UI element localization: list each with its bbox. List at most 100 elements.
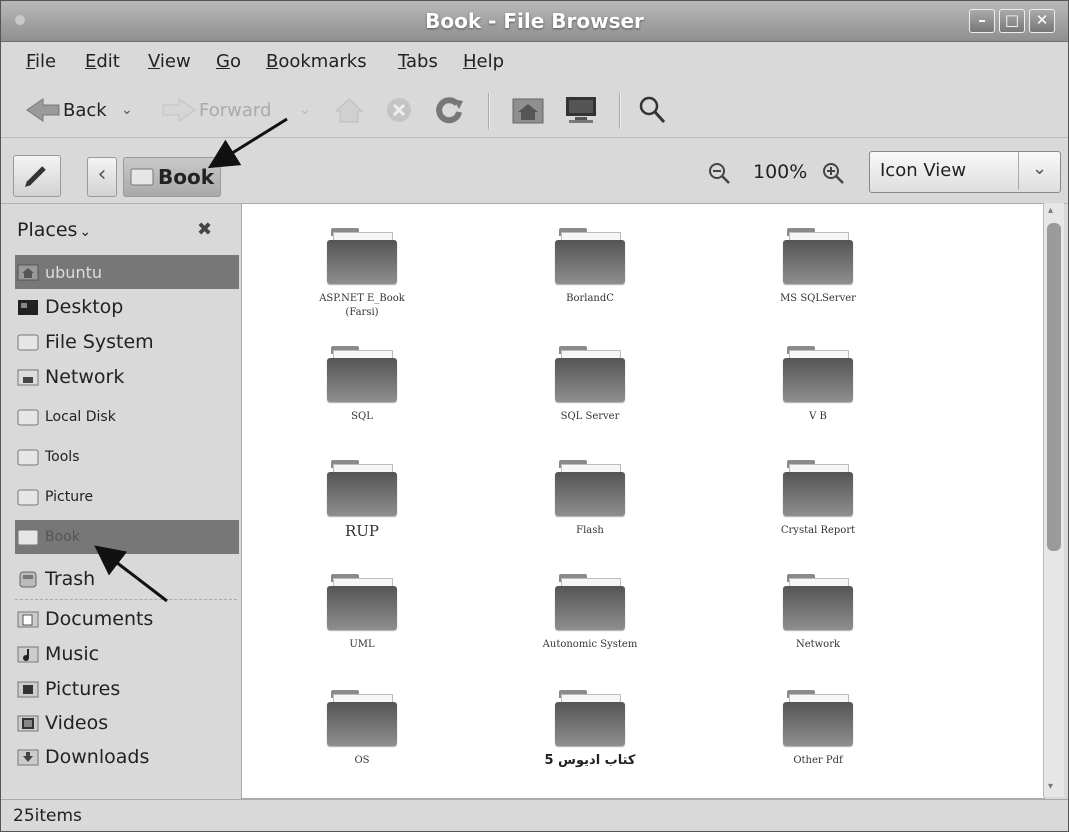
breadcrumb-book[interactable]: Book [123, 157, 221, 197]
menu-view-label: iew [159, 51, 191, 72]
zoom-level[interactable]: 100% [753, 161, 807, 183]
folder-label: ASP.NET E_Book (Farsi) [319, 293, 405, 318]
up-button[interactable] [334, 85, 364, 135]
sidebar-item-trash[interactable]: Trash [15, 562, 239, 596]
sidebar-item-label: ubuntu [45, 262, 102, 282]
close-button[interactable]: ✕ [1029, 9, 1055, 33]
path-scroll-left-button[interactable]: ‹ [87, 157, 117, 197]
sidebar-item-pictures[interactable]: Pictures [15, 672, 239, 706]
sidebar-item-tools[interactable]: Tools [15, 440, 239, 474]
folder-label: Crystal Report [780, 525, 856, 536]
folder-item[interactable]: Crystal Report [728, 458, 908, 568]
sidebar-item-music[interactable]: Music [15, 637, 239, 671]
minimize-button[interactable]: – [969, 9, 995, 33]
back-button[interactable]: Back [25, 85, 107, 135]
folder-item[interactable]: UML [272, 572, 452, 682]
search-icon [639, 96, 666, 124]
menu-tabs[interactable]: Tabs [398, 51, 438, 72]
sidebar-item-downloads[interactable]: Downloads [15, 740, 239, 774]
scroll-up-icon[interactable]: ▴ [1048, 205, 1053, 216]
folder-icon [555, 688, 625, 748]
home-folder-button[interactable] [511, 85, 545, 135]
search-button[interactable] [637, 85, 667, 135]
back-history-dropdown[interactable]: ⌄ [121, 85, 133, 135]
title-bar[interactable]: Book - File Browser – □ ✕ [1, 1, 1068, 42]
folder-item[interactable]: SQL [272, 344, 452, 454]
folder-item[interactable]: MS SQLServer [728, 226, 908, 336]
folder-item[interactable]: RUP [272, 458, 452, 568]
places-dropdown[interactable]: Places ⌄ [17, 219, 91, 241]
folder-item[interactable]: کتاب ادیوس 5 [500, 688, 680, 798]
sidebar-item-ubuntu[interactable]: ubuntu [15, 255, 239, 289]
folder-icon [783, 572, 853, 632]
folder-item[interactable]: Autonomic System [500, 572, 680, 682]
sidebar-item-desktop[interactable]: Desktop [15, 290, 239, 324]
menu-file-mnemonic: F [26, 51, 36, 72]
item-count: 25items [13, 806, 82, 826]
folder-label: Flash [576, 525, 604, 536]
folder-label: UML [349, 639, 375, 650]
menu-help[interactable]: Help [463, 51, 504, 72]
status-bar: 25items [1, 799, 1068, 831]
zoom-out-button[interactable] [707, 161, 731, 189]
menu-bookmarks[interactable]: Bookmarks [266, 51, 367, 72]
chevron-down-icon: ⌄ [1032, 158, 1048, 179]
sidebar-item-documents[interactable]: Documents [15, 602, 239, 636]
forward-label: Forward [199, 99, 272, 121]
menu-go-label: o [229, 51, 241, 72]
drive-icon [17, 409, 39, 426]
menu-view[interactable]: View [148, 51, 191, 72]
reload-button[interactable] [435, 85, 465, 135]
forward-history-dropdown[interactable]: ⌄ [299, 85, 311, 135]
forward-button[interactable]: Forward [161, 85, 271, 135]
folder-item[interactable]: ASP.NET E_Book (Farsi) [272, 226, 452, 336]
maximize-button[interactable]: □ [999, 9, 1025, 33]
menu-bookmarks-label: ookmarks [278, 51, 367, 72]
sidebar-header: Places ⌄ ✖ [11, 207, 237, 251]
sidebar-item-local-disk[interactable]: Local Disk [15, 400, 239, 434]
folder-label: RUP [344, 522, 380, 540]
view-mode-select[interactable]: Icon View ⌄ [869, 151, 1061, 193]
folder-label: SQL [351, 411, 373, 422]
sidebar-item-label: Desktop [45, 296, 124, 318]
videos-icon [17, 715, 39, 732]
downloads-icon [17, 749, 39, 766]
sidebar-item-videos[interactable]: Videos [15, 706, 239, 740]
sidebar-item-label: Documents [45, 608, 154, 630]
folder-icon [555, 458, 625, 518]
folder-item[interactable]: BorlandC [500, 226, 680, 336]
folder-item[interactable]: OS [272, 688, 452, 798]
toolbar: Back ⌄ Forward ⌄ [1, 85, 1068, 138]
menubar: File Edit View Go Bookmarks Tabs Help [1, 42, 1068, 82]
combo-divider [1018, 152, 1019, 190]
close-sidebar-icon[interactable]: ✖ [197, 219, 212, 240]
sidebar-item-file-system[interactable]: File System [15, 325, 239, 359]
stop-button[interactable] [385, 85, 413, 135]
zoom-in-button[interactable] [821, 161, 845, 189]
scrollbar-thumb[interactable] [1047, 223, 1061, 551]
folder-label: SQL Server [560, 411, 620, 422]
drive-icon [17, 449, 39, 466]
menu-go[interactable]: Go [216, 51, 241, 72]
computer-button[interactable] [563, 85, 599, 135]
menu-edit[interactable]: Edit [85, 51, 120, 72]
sidebar-item-network[interactable]: Network [15, 360, 239, 394]
menu-edit-label: dit [96, 51, 120, 72]
sidebar-item-picture[interactable]: Picture [15, 480, 239, 514]
zoom-in-icon [823, 163, 844, 184]
vertical-scrollbar[interactable]: ▴ ▾ [1043, 203, 1064, 797]
sidebar-item-label: Downloads [45, 746, 150, 768]
sidebar-item-book[interactable]: Book [15, 520, 239, 554]
scroll-down-icon[interactable]: ▾ [1048, 781, 1053, 792]
toggle-location-entry-button[interactable] [13, 155, 61, 197]
folder-icon [783, 344, 853, 404]
computer-icon [566, 97, 596, 123]
folder-icon [327, 572, 397, 632]
file-view[interactable]: ASP.NET E_Book (Farsi) BorlandC MS SQLSe… [241, 203, 1045, 799]
folder-item[interactable]: SQL Server [500, 344, 680, 454]
menu-file[interactable]: File [26, 51, 56, 72]
folder-item[interactable]: V B [728, 344, 908, 454]
folder-item[interactable]: Other Pdf [728, 688, 908, 798]
folder-item[interactable]: Network [728, 572, 908, 682]
folder-item[interactable]: Flash [500, 458, 680, 568]
